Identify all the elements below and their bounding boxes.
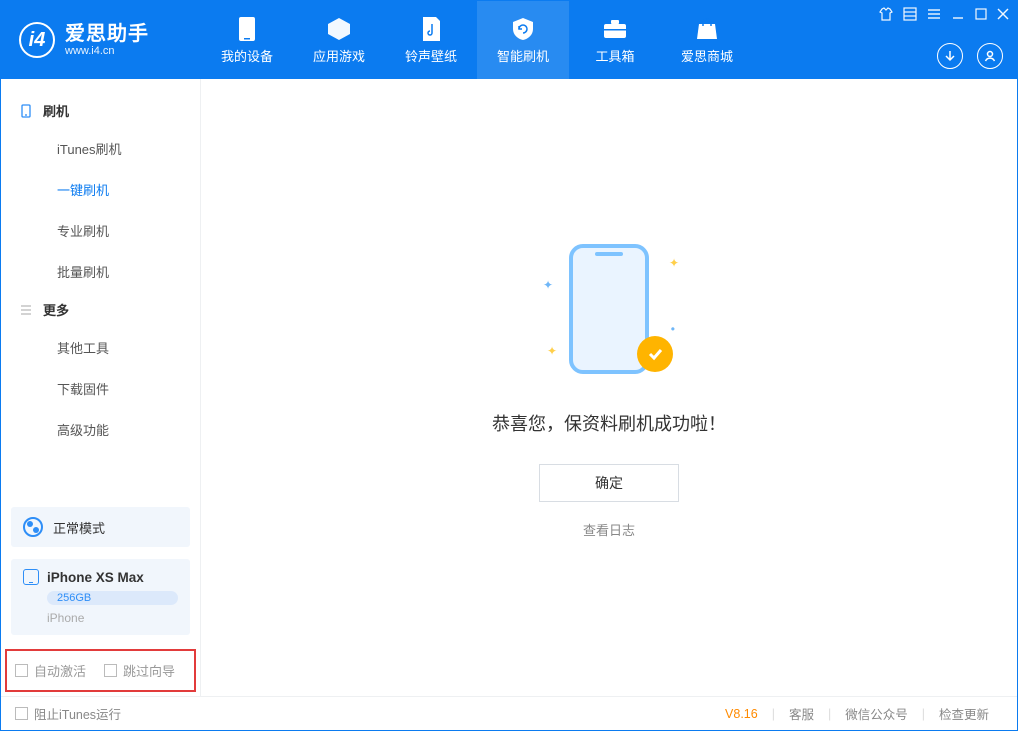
checkbox-box bbox=[15, 664, 28, 677]
checkbox-box bbox=[15, 707, 28, 720]
app-window: i4 爱思助手 www.i4.cn 我的设备 应用游戏 铃声壁纸 智能刷机 bbox=[0, 0, 1018, 731]
nav-label: 爱思商城 bbox=[681, 46, 733, 65]
sidebar-item-download-firmware[interactable]: 下载固件 bbox=[1, 368, 200, 409]
nav-label: 智能刷机 bbox=[497, 46, 549, 65]
logo-area: i4 爱思助手 www.i4.cn bbox=[1, 1, 201, 79]
section-title: 刷机 bbox=[43, 101, 69, 120]
status-right: V8.16 | 客服 | 微信公众号 | 检查更新 bbox=[725, 704, 1003, 723]
logo-text: 爱思助手 www.i4.cn bbox=[65, 23, 149, 57]
ok-button[interactable]: 确定 bbox=[539, 464, 679, 502]
sparkle-icon: ✦ bbox=[669, 256, 679, 270]
app-subtitle: www.i4.cn bbox=[65, 45, 149, 57]
shirt-icon[interactable] bbox=[879, 7, 893, 24]
device-small-icon bbox=[23, 569, 39, 585]
sidebar-item-itunes-flash[interactable]: iTunes刷机 bbox=[1, 128, 200, 169]
support-link[interactable]: 客服 bbox=[775, 704, 828, 723]
refresh-shield-icon bbox=[510, 16, 536, 42]
nav-label: 我的设备 bbox=[221, 46, 273, 65]
device-name-row: iPhone XS Max bbox=[23, 569, 178, 585]
section-items: iTunes刷机 一键刷机 专业刷机 批量刷机 bbox=[1, 128, 200, 292]
maximize-button[interactable] bbox=[975, 8, 987, 23]
success-message: 恭喜您，保资料刷机成功啦！ bbox=[492, 410, 726, 436]
section-header-flash: 刷机 bbox=[1, 93, 200, 128]
checkbox-label: 自动激活 bbox=[34, 661, 86, 680]
minimize-button[interactable] bbox=[951, 7, 965, 24]
view-log-link[interactable]: 查看日志 bbox=[583, 520, 635, 539]
bag-icon bbox=[694, 16, 720, 42]
section-title: 更多 bbox=[43, 300, 69, 319]
music-file-icon bbox=[418, 16, 444, 42]
app-title: 爱思助手 bbox=[65, 23, 149, 45]
nav-apps-games[interactable]: 应用游戏 bbox=[293, 1, 385, 79]
sidebar-item-pro-flash[interactable]: 专业刷机 bbox=[1, 210, 200, 251]
user-button[interactable] bbox=[977, 43, 1003, 69]
logo-icon: i4 bbox=[19, 22, 55, 58]
list-icon[interactable] bbox=[903, 7, 917, 24]
device-icon bbox=[234, 16, 260, 42]
device-capacity: 256GB bbox=[47, 591, 178, 605]
toolbox-icon bbox=[602, 16, 628, 42]
sidebar-item-oneclick-flash[interactable]: 一键刷机 bbox=[1, 169, 200, 210]
nav-ringtones-wallpapers[interactable]: 铃声壁纸 bbox=[385, 1, 477, 79]
nav-label: 工具箱 bbox=[595, 46, 634, 65]
checkbox-label: 跳过向导 bbox=[123, 661, 175, 680]
sidebar: 刷机 iTunes刷机 一键刷机 专业刷机 批量刷机 更多 其他工具 下载固件 … bbox=[1, 79, 201, 696]
statusbar: 阻止iTunes运行 V8.16 | 客服 | 微信公众号 | 检查更新 bbox=[1, 696, 1017, 730]
sparkle-icon: ✦ bbox=[547, 344, 557, 358]
main-content: ✦ ✦ ✦ • 恭喜您，保资料刷机成功啦！ 确定 查看日志 bbox=[201, 79, 1017, 696]
device-mode-card[interactable]: 正常模式 bbox=[11, 507, 190, 547]
checkbox-skip-guide[interactable]: 跳过向导 bbox=[104, 661, 175, 680]
sidebar-section-flash: 刷机 iTunes刷机 一键刷机 专业刷机 批量刷机 bbox=[1, 93, 200, 292]
checkbox-block-itunes[interactable]: 阻止iTunes运行 bbox=[15, 704, 121, 723]
nav-toolbox[interactable]: 工具箱 bbox=[569, 1, 661, 79]
window-controls-bottom bbox=[937, 43, 1003, 69]
check-badge-icon bbox=[637, 336, 673, 372]
section-header-more: 更多 bbox=[1, 292, 200, 327]
sidebar-spacer bbox=[1, 450, 200, 501]
sidebar-section-more: 更多 其他工具 下载固件 高级功能 bbox=[1, 292, 200, 450]
body: 刷机 iTunes刷机 一键刷机 专业刷机 批量刷机 更多 其他工具 下载固件 … bbox=[1, 79, 1017, 696]
section-items: 其他工具 下载固件 高级功能 bbox=[1, 327, 200, 450]
sidebar-item-batch-flash[interactable]: 批量刷机 bbox=[1, 251, 200, 292]
sidebar-item-advanced[interactable]: 高级功能 bbox=[1, 409, 200, 450]
mode-label: 正常模式 bbox=[53, 518, 105, 537]
checkbox-label: 阻止iTunes运行 bbox=[34, 704, 121, 723]
download-button[interactable] bbox=[937, 43, 963, 69]
wechat-link[interactable]: 微信公众号 bbox=[831, 704, 922, 723]
nav-smart-flash[interactable]: 智能刷机 bbox=[477, 1, 569, 79]
sparkle-icon: • bbox=[671, 322, 675, 336]
menu-icon[interactable] bbox=[927, 8, 941, 23]
nav-label: 铃声壁纸 bbox=[405, 46, 457, 65]
nav-store[interactable]: 爱思商城 bbox=[661, 1, 753, 79]
options-highlighted: 自动激活 跳过向导 bbox=[5, 649, 196, 692]
check-update-link[interactable]: 检查更新 bbox=[925, 704, 1003, 723]
device-name: iPhone XS Max bbox=[47, 570, 144, 585]
version-label: V8.16 bbox=[725, 707, 758, 721]
mode-icon bbox=[23, 517, 43, 537]
window-controls-top bbox=[879, 7, 1009, 24]
sidebar-item-other-tools[interactable]: 其他工具 bbox=[1, 327, 200, 368]
checkbox-auto-activate[interactable]: 自动激活 bbox=[15, 661, 86, 680]
close-button[interactable] bbox=[997, 8, 1009, 23]
checkbox-box bbox=[104, 664, 117, 677]
cube-icon bbox=[326, 16, 352, 42]
phone-small-icon bbox=[19, 104, 33, 118]
nav-my-device[interactable]: 我的设备 bbox=[201, 1, 293, 79]
device-info-card[interactable]: iPhone XS Max 256GB iPhone bbox=[11, 559, 190, 635]
titlebar: i4 爱思助手 www.i4.cn 我的设备 应用游戏 铃声壁纸 智能刷机 bbox=[1, 1, 1017, 79]
success-illustration: ✦ ✦ ✦ • bbox=[539, 236, 679, 386]
sparkle-icon: ✦ bbox=[543, 278, 553, 292]
nav-label: 应用游戏 bbox=[313, 46, 365, 65]
menu-small-icon bbox=[19, 303, 33, 317]
device-type: iPhone bbox=[47, 611, 178, 625]
